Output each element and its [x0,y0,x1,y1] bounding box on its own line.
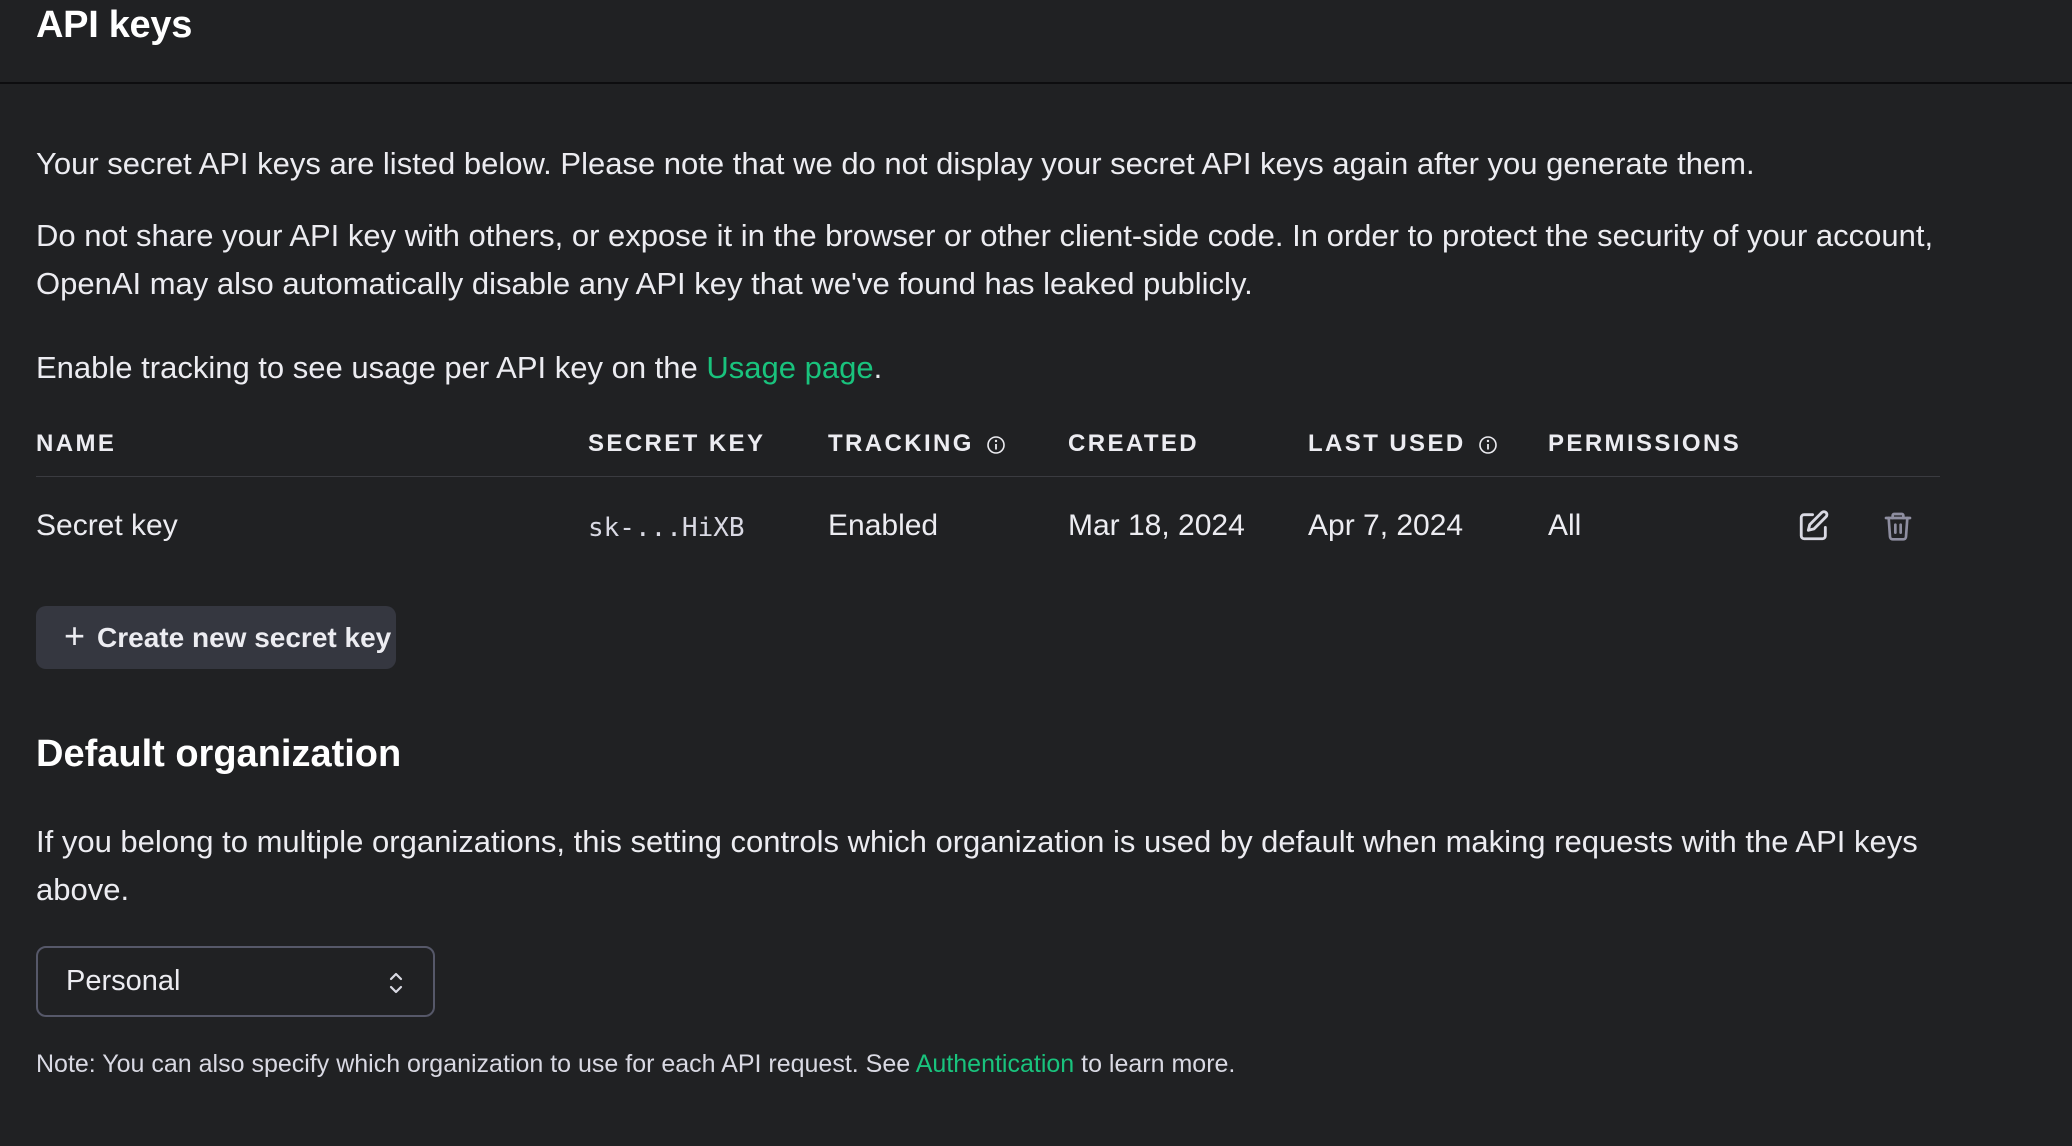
column-header-created: CREATED [1068,430,1200,457]
info-icon[interactable] [1478,434,1498,454]
tracking-suffix: . [873,350,883,385]
create-button-label: Create new secret key [97,621,392,653]
default-org-description: If you belong to multiple organizations,… [36,824,1918,907]
authentication-link[interactable]: Authentication [916,1050,1074,1078]
key-secret: sk-...HiXB [588,513,745,543]
key-name: Secret key [36,509,178,542]
page-header: API keys [0,0,2072,84]
edit-icon[interactable] [1794,506,1834,546]
column-header-last-used: LAST USED [1308,430,1498,458]
page-title: API keys [36,4,193,46]
organization-select[interactable]: Personal [36,946,435,1017]
key-last-used: Apr 7, 2024 [1308,509,1464,542]
create-secret-key-button[interactable]: + Create new secret key [36,606,396,669]
column-header-name: NAME [36,430,117,457]
key-tracking: Enabled [828,509,939,542]
key-created: Mar 18, 2024 [1068,509,1245,542]
key-permissions: All [1548,509,1582,542]
plus-icon: + [64,614,86,656]
note-suffix: to learn more. [1074,1050,1236,1078]
column-header-permissions: PERMISSIONS [1548,430,1742,457]
column-header-secret-key: SECRET KEY [588,430,766,457]
intro-text-1: Your secret API keys are listed below. P… [36,146,1755,181]
chevron-up-down-icon [387,970,405,996]
column-header-tracking: TRACKING [828,430,1006,458]
intro-text-2: Do not share your API key with others, o… [36,218,1934,301]
organization-note: Note: You can also specify which organiz… [36,1050,1235,1079]
info-icon[interactable] [986,434,1006,454]
note-prefix: Note: You can also specify which organiz… [36,1050,916,1078]
table-divider [36,476,1940,477]
organization-select-value: Personal [66,965,181,997]
section-title: Default organization [36,733,402,775]
tracking-prefix: Enable tracking to see usage per API key… [36,350,707,385]
usage-page-link[interactable]: Usage page [706,350,873,385]
trash-icon[interactable] [1878,506,1918,546]
tracking-text: Enable tracking to see usage per API key… [36,344,1936,392]
